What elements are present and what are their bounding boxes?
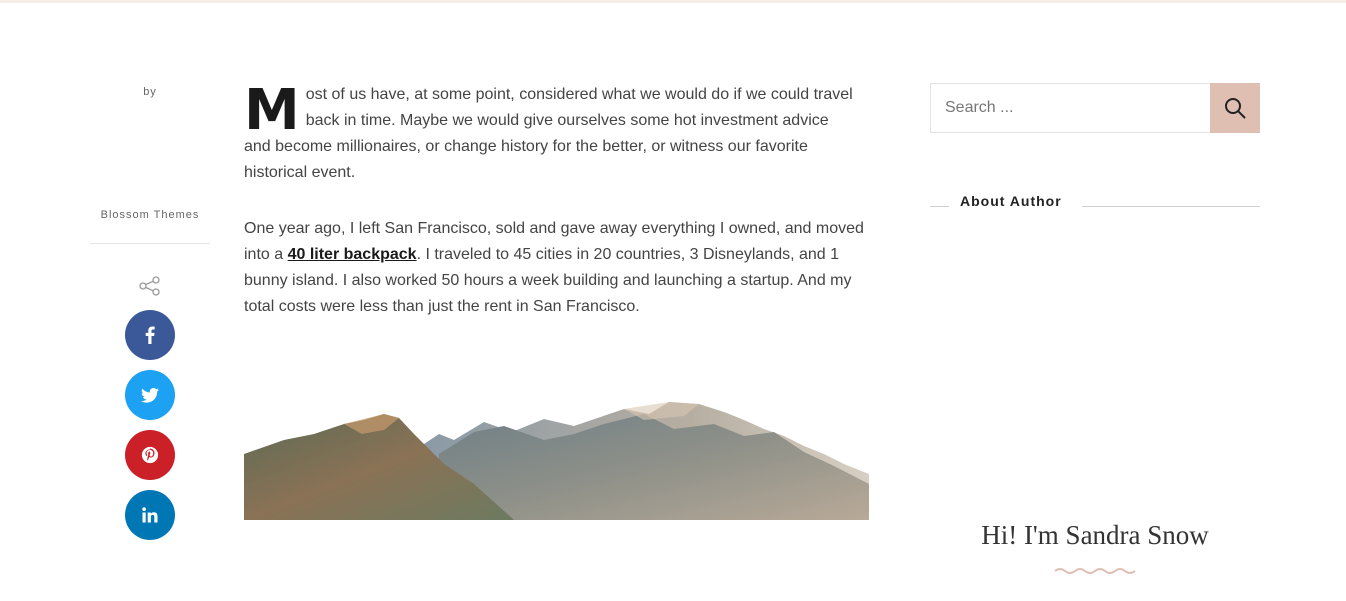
- linkedin-share-button[interactable]: [125, 490, 175, 540]
- search-input[interactable]: [930, 83, 1210, 133]
- wave-divider: [1054, 568, 1136, 574]
- twitter-icon: [141, 387, 159, 403]
- pinterest-share-button[interactable]: [125, 430, 175, 480]
- backpack-link[interactable]: 40 liter backpack: [288, 246, 417, 263]
- pinterest-icon: [141, 446, 159, 464]
- mountain-image: [244, 402, 869, 520]
- widget-title: About Author: [960, 193, 1062, 209]
- linkedin-icon: [142, 507, 158, 523]
- about-author-heading: About Author: [930, 193, 1260, 211]
- drop-cap: M: [244, 78, 300, 143]
- heading-line: [930, 206, 949, 207]
- author-greeting: Hi! I'm Sandra Snow: [981, 520, 1209, 550]
- article-paragraph: One year ago, I left San Francisco, sold…: [244, 216, 874, 320]
- search-icon: [1225, 98, 1246, 119]
- divider: [90, 243, 210, 244]
- heading-line: [1082, 206, 1260, 207]
- twitter-share-button[interactable]: [125, 370, 175, 420]
- search-button[interactable]: [1210, 83, 1260, 133]
- facebook-icon: [145, 326, 155, 344]
- facebook-share-button[interactable]: [125, 310, 175, 360]
- share-icon: [139, 276, 160, 296]
- article-paragraph: Most of us have, at some point, consider…: [244, 82, 859, 186]
- paragraph-text: ost of us have, at some point, considere…: [244, 86, 853, 181]
- author-link[interactable]: Blossom Themes: [90, 209, 210, 221]
- byline-label: by: [143, 86, 157, 98]
- top-border: [0, 0, 1346, 3]
- search-form: [930, 83, 1260, 133]
